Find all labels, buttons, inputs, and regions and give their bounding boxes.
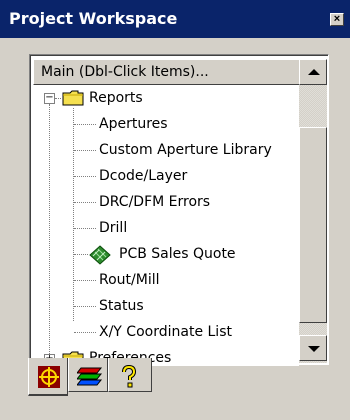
tree-item[interactable]: X/Y Coordinate List [33, 320, 299, 345]
collapse-icon[interactable]: − [44, 93, 55, 104]
tree-connector [74, 202, 96, 203]
tree-item-label: Drill [99, 220, 128, 236]
close-button[interactable]: × [330, 13, 344, 26]
tree-item[interactable]: DRC/DFM Errors [33, 190, 299, 215]
workspace-panel: Main (Dbl-Click Items)... − Reports Aper… [29, 54, 329, 366]
tree-connector [55, 98, 61, 99]
arrow-down-icon [308, 346, 320, 352]
tree-item[interactable]: Custom Aperture Library [33, 138, 299, 163]
tree-item-label: Custom Aperture Library [99, 142, 272, 158]
tree-item-pcb-sales-quote[interactable]: PCB Sales Quote [33, 242, 299, 267]
tab-layers[interactable] [68, 358, 108, 392]
layers-stack-icon [77, 367, 103, 386]
view-selector-combo[interactable]: Main (Dbl-Click Items)... [33, 59, 307, 85]
tree-item[interactable]: Drill [33, 216, 299, 241]
tree-item[interactable]: Rout/Mill [33, 268, 299, 293]
tree-connector [74, 332, 96, 333]
window-title: Project Workspace [9, 9, 178, 28]
folder-icon [62, 90, 84, 106]
pcb-board-icon [89, 245, 111, 265]
tree-item-reports[interactable]: − Reports [33, 86, 299, 111]
scroll-down-button[interactable] [299, 335, 327, 361]
tab-help[interactable] [108, 358, 152, 392]
arrow-up-icon [308, 69, 320, 75]
title-bar[interactable]: Project Workspace × [0, 0, 350, 38]
tree-item[interactable]: Dcode/Layer [33, 164, 299, 189]
tree-item-label: DRC/DFM Errors [99, 194, 211, 210]
tree-item[interactable]: Status [33, 294, 299, 319]
close-icon: × [333, 13, 341, 25]
tree-connector [74, 306, 96, 307]
tree-connector [74, 280, 96, 281]
tree-item-label: Dcode/Layer [99, 168, 188, 184]
tree-item-label: Reports [89, 90, 143, 106]
crosshair-target-icon [38, 366, 60, 388]
vertical-scrollbar[interactable] [299, 59, 327, 363]
tree-item-label: Status [99, 298, 144, 314]
view-selector-value: Main (Dbl-Click Items)... [41, 64, 209, 80]
tab-target[interactable] [28, 358, 68, 396]
tree-connector [74, 150, 96, 151]
tree-item[interactable]: Apertures [33, 112, 299, 137]
scroll-up-button[interactable] [299, 59, 327, 85]
tree-item-label: PCB Sales Quote [119, 246, 236, 262]
project-tree[interactable]: − Reports Apertures Custom Aperture Libr… [33, 86, 299, 366]
tree-connector [74, 228, 96, 229]
tree-item-label: Apertures [99, 116, 168, 132]
question-mark-icon [122, 365, 137, 388]
tree-connector [74, 176, 96, 177]
scrollbar-thumb[interactable] [299, 127, 327, 323]
tree-item-label: X/Y Coordinate List [99, 324, 232, 340]
project-workspace-window: Project Workspace × Main (Dbl-Click Item… [0, 0, 350, 420]
tree-connector [74, 254, 88, 255]
tree-item-label: Rout/Mill [99, 272, 160, 288]
tree-connector [74, 124, 96, 125]
workspace-tabs [28, 358, 278, 398]
